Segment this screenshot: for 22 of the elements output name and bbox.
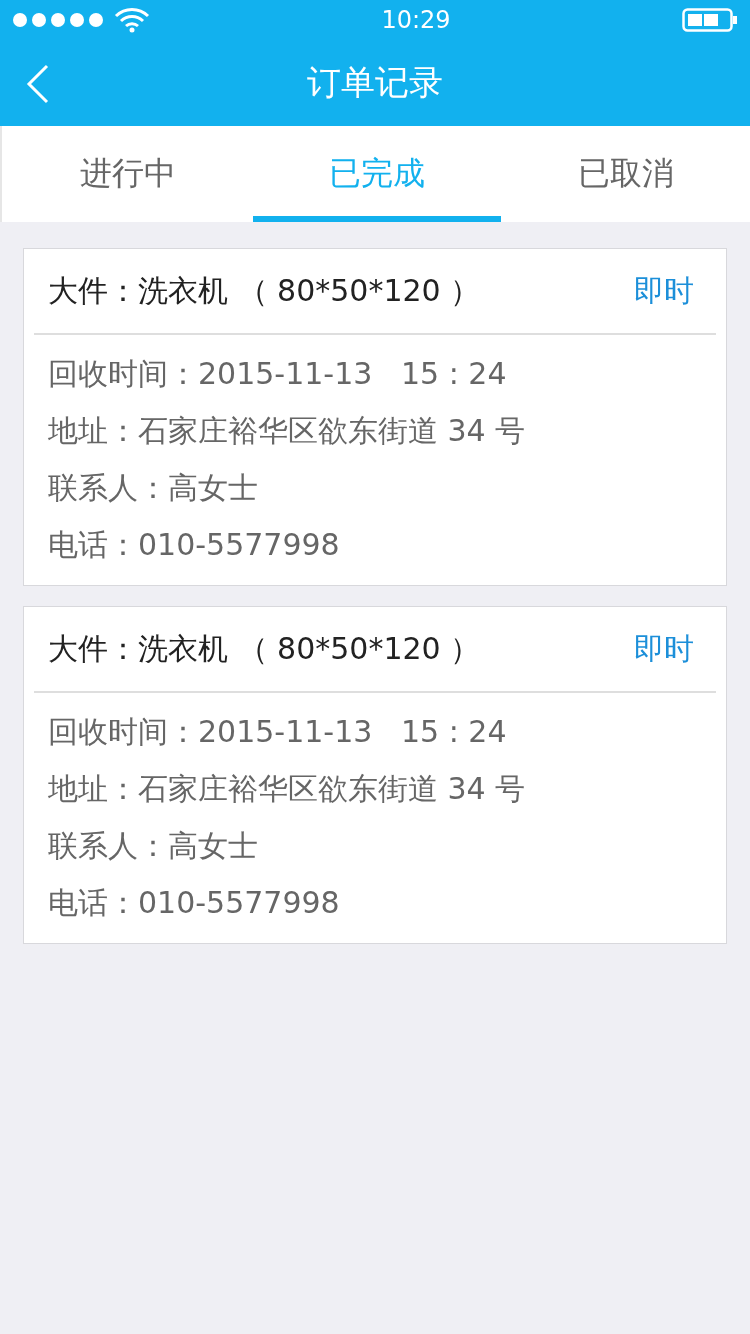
item-title: 大件：洗衣机 （ 80*50*120 ） (48, 629, 481, 668)
order-card[interactable]: 大件：洗衣机 （ 80*50*120 ） 即时 回收时间：2015-11-13 15 : 24 地址：石家庄裕华区欲东街道 34 号 联系人：高女士 电话：010-5577998 (23, 606, 727, 944)
detail-text: 联系人：高女士 (48, 469, 259, 507)
status-time: 10:29 (380, 6, 452, 34)
page-title: 订单记录 (307, 61, 443, 104)
order-type-label: 即时 (634, 271, 694, 310)
wifi-icon (114, 7, 150, 33)
tab[interactable]: 进行中 (4, 126, 253, 222)
order-card[interactable]: 大件：洗衣机 （ 80*50*120 ） 即时 回收时间：2015-11-13 15 : 24 地址：石家庄裕华区欲东街道 34 号 联系人：高女士 电话：010-5577998 (23, 248, 727, 586)
detail-text: 地址：石家庄裕华区欲东街道 34 号 (48, 770, 527, 808)
detail-text: 回收时间：2015-11-13 15 : 24 (48, 355, 508, 393)
battery-icon (682, 8, 738, 32)
item-title: 大件：洗衣机 （ 80*50*120 ） (48, 271, 481, 310)
order-type-label: 即时 (634, 629, 694, 668)
back-icon[interactable] (26, 64, 50, 104)
detail-text: 回收时间：2015-11-13 15 : 24 (48, 713, 508, 751)
detail-text: 电话：010-5577998 (48, 884, 341, 922)
detail-text: 电话：010-5577998 (48, 526, 341, 564)
detail-text: 联系人：高女士 (48, 827, 259, 865)
tab[interactable]: 已取消 (501, 126, 750, 222)
detail-text: 地址：石家庄裕华区欲东街道 34 号 (48, 412, 527, 450)
signal-icon (12, 12, 104, 28)
